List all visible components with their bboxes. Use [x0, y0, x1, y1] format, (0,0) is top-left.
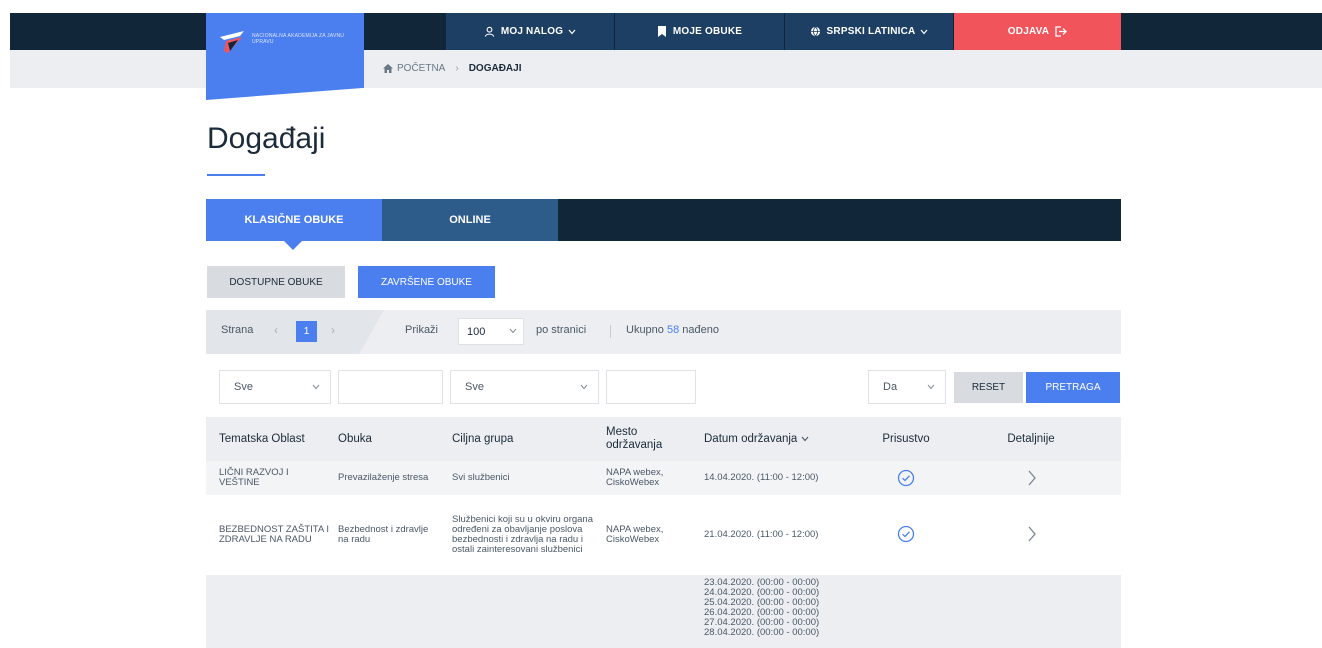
cell-training: Bezbednost i zdravlje na radu — [338, 524, 429, 545]
nav-my-trainings-label: MOJE OBUKE — [672, 26, 743, 37]
nav-language-label: SRPSKI LATINICA — [826, 26, 916, 37]
target-group-filter-select[interactable]: Sve — [450, 370, 599, 404]
column-header-target-group[interactable]: Ciljna grupa — [452, 417, 592, 461]
chevron-down-icon — [580, 384, 588, 390]
available-trainings-button[interactable]: DOSTUPNE OBUKE — [207, 266, 345, 298]
column-header-date-label: Datum održavanja — [704, 432, 798, 445]
details-arrow-icon[interactable] — [1025, 469, 1039, 487]
nav-language[interactable]: SRPSKI LATINICA — [785, 13, 953, 50]
completed-trainings-button[interactable]: ZAVRŠENE OBUKE — [358, 266, 495, 298]
prev-page-icon[interactable]: ‹ — [274, 323, 278, 337]
title-underline — [207, 174, 265, 176]
total-count-text: Ukupno 58 nađeno — [626, 324, 719, 336]
logout-icon — [1055, 26, 1068, 37]
chevron-down-icon — [312, 384, 320, 390]
cell-area: BEZBEDNOST ZAŠTITA I ZDRAVLJE NA RADU — [219, 524, 329, 545]
breadcrumb-home-label: POČETNA — [397, 63, 446, 74]
attendance-check-icon — [897, 525, 915, 543]
column-header-details[interactable]: Detaljnije — [986, 417, 1076, 461]
column-header-training[interactable]: Obuka — [338, 417, 438, 461]
next-page-icon[interactable]: › — [331, 323, 335, 337]
total-suffix: nađeno — [682, 324, 720, 336]
table-header: Tematska Oblast Obuka Ciljna grupa Mesto… — [206, 417, 1121, 461]
nav-my-trainings[interactable]: MOJE OBUKE — [615, 13, 784, 50]
reset-button[interactable]: RESET — [954, 372, 1023, 403]
area-filter-value: Sve — [234, 381, 253, 393]
cell-area: LIČNI RAZVOJ I VEŠTINE — [219, 467, 289, 488]
column-header-attendance[interactable]: Prisustvo — [861, 417, 951, 461]
show-label: Prikaži — [405, 324, 439, 336]
tab-online[interactable]: ONLINE — [382, 199, 558, 241]
logo[interactable]: Nacionalna akademija za javnu upravu — [206, 13, 364, 100]
location-filter-input[interactable] — [606, 370, 696, 404]
cell-target-group: Službenici koji su u okviru organa određ… — [452, 514, 593, 555]
tab-bar: KLASIČNE OBUKE ONLINE — [206, 199, 1121, 250]
nav-my-account[interactable]: MOJ NALOG — [446, 13, 614, 50]
breadcrumb-separator-icon: › — [455, 63, 459, 74]
logout-label: ODJAVA — [1007, 26, 1050, 37]
details-arrow-icon[interactable] — [1025, 525, 1039, 543]
per-page-value: 100 — [467, 325, 486, 338]
area-filter-select[interactable]: Sve — [219, 370, 331, 404]
cell-training: Prevazilaženje stresa — [338, 472, 429, 483]
globe-icon — [810, 26, 820, 37]
bookmark-icon — [657, 26, 666, 37]
logo-mark-icon — [220, 31, 244, 53]
pagination-bar: Strana ‹ 1 › Prikaži 100 po stranici Uku… — [206, 310, 1121, 354]
page-title: Događaji — [207, 122, 326, 155]
logout-button[interactable]: ODJAVA — [954, 13, 1121, 50]
cell-date-list: 23.04.2020. (00:00 - 00:00) 24.04.2020. … — [704, 577, 820, 638]
page-label: Strana — [221, 324, 254, 336]
pager-divider — [610, 325, 611, 338]
current-page-button[interactable]: 1 — [296, 321, 317, 342]
attendance-check-icon — [897, 469, 915, 487]
tab-classic-trainings[interactable]: KLASIČNE OBUKE — [206, 199, 382, 250]
user-icon — [484, 26, 494, 37]
chevron-down-icon — [509, 328, 517, 334]
column-header-location[interactable]: Mesto održavanja — [606, 417, 686, 461]
cell-location: NAPA webex, CiskoWebex — [606, 467, 664, 488]
column-header-date[interactable]: Datum održavanja — [704, 417, 844, 461]
target-group-filter-value: Sve — [465, 381, 484, 393]
breadcrumb: POČETNA › DOGAĐAJI — [383, 63, 521, 74]
table-row[interactable]: LIČNI RAZVOJ I VEŠTINE Prevazilaženje st… — [206, 461, 1121, 495]
cell-location: NAPA webex, CiskoWebex — [606, 524, 664, 545]
logo-text: Nacionalna akademija za javnu upravu — [252, 33, 345, 45]
total-count: 58 — [666, 324, 680, 336]
chevron-down-icon — [927, 384, 935, 390]
cell-target-group: Svi službenici — [452, 472, 510, 483]
sort-down-icon — [801, 436, 809, 442]
cell-date: 14.04.2020. (11:00 - 12:00) — [704, 472, 819, 483]
table-row[interactable]: 23.04.2020. (00:00 - 00:00) 24.04.2020. … — [206, 575, 1121, 648]
attendance-filter-select[interactable]: Da — [868, 370, 946, 404]
column-header-area[interactable]: Tematska Oblast — [219, 417, 334, 461]
chevron-down-icon — [568, 29, 576, 34]
chevron-down-icon — [921, 29, 928, 34]
attendance-filter-value: Da — [883, 381, 898, 393]
home-icon — [383, 64, 393, 73]
per-page-select[interactable]: 100 — [458, 318, 524, 345]
breadcrumb-home[interactable]: POČETNA — [383, 63, 445, 74]
cell-date: 21.04.2020. (11:00 - 12:00) — [704, 529, 819, 540]
search-button[interactable]: PRETRAGA — [1026, 372, 1120, 403]
per-page-suffix: po stranici — [536, 324, 587, 336]
total-prefix: Ukupno — [626, 324, 664, 336]
table-row[interactable]: BEZBEDNOST ZAŠTITA I ZDRAVLJE NA RADU Be… — [206, 495, 1121, 575]
breadcrumb-current: DOGAĐAJI — [468, 63, 522, 74]
nav-my-account-label: MOJ NALOG — [500, 26, 564, 37]
training-filter-input[interactable] — [338, 370, 443, 404]
